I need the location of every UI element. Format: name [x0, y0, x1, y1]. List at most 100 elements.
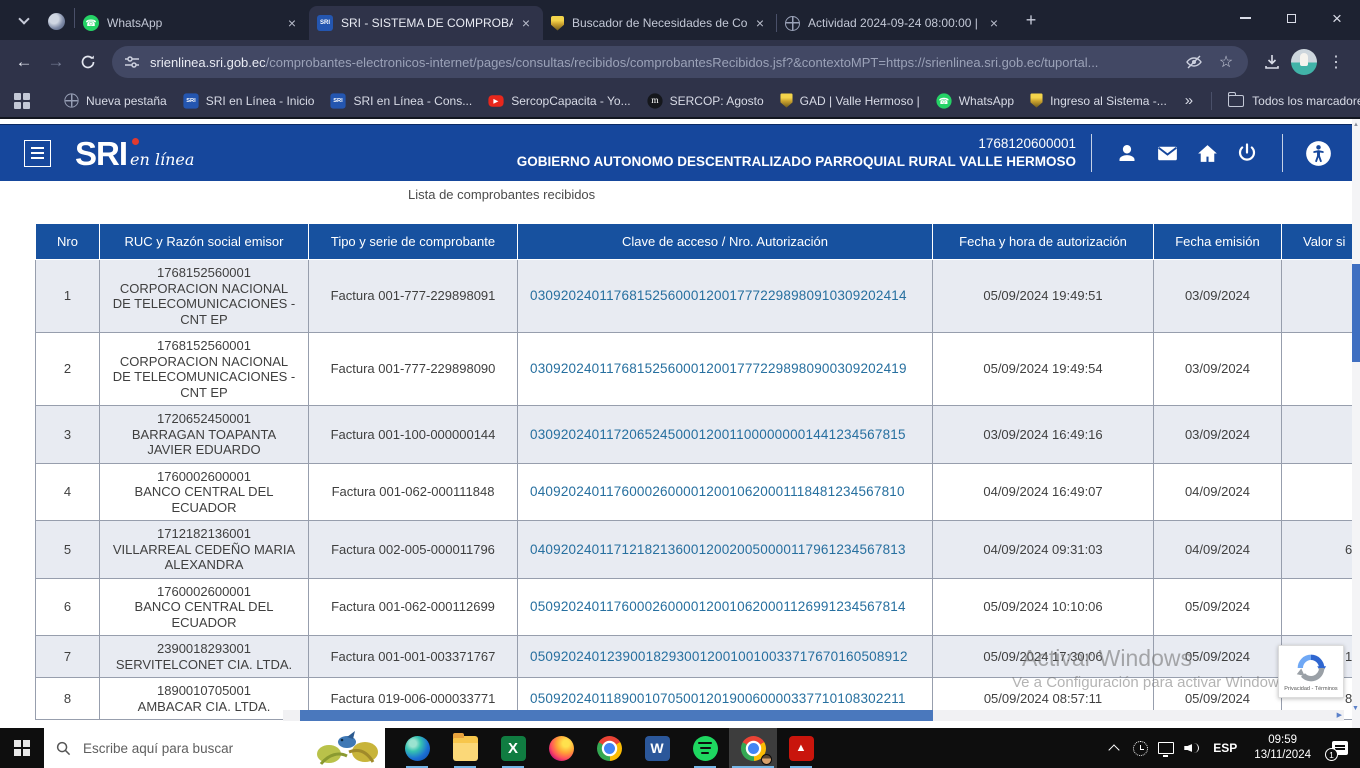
taskbar-app-button[interactable] — [585, 728, 633, 768]
browser-tab[interactable]: SRI - SISTEMA DE COMPROBAN × — [309, 6, 543, 40]
scroll-up-arrow[interactable]: ▲ — [1353, 122, 1359, 128]
site-settings-icon[interactable] — [124, 54, 140, 70]
eye-off-icon[interactable] — [1184, 52, 1204, 72]
forward-button[interactable]: → — [40, 46, 72, 78]
browser-menu-button[interactable]: ⋮ — [1320, 46, 1352, 78]
bookmark-label: SercopCapacita - Yo... — [511, 94, 630, 108]
cell-clave-link[interactable]: 0509202401239001829300120010010033717670… — [518, 636, 933, 678]
search-icon — [56, 741, 71, 756]
app-icon — [597, 736, 622, 761]
tab-search-button[interactable] — [10, 6, 38, 34]
bookmark-favicon — [331, 93, 346, 108]
cell-clave-link[interactable]: 0309202401176815256000120017772298980900… — [518, 333, 933, 406]
bookmark-item[interactable]: SRI en Línea - Inicio — [175, 90, 323, 112]
taskbar-app-button[interactable] — [681, 728, 729, 768]
tab-close-icon[interactable]: × — [985, 14, 1003, 32]
bookmark-item[interactable]: Ingreso al Sistema -... — [1022, 90, 1175, 111]
start-button[interactable] — [0, 728, 44, 768]
bookmark-item[interactable]: SERCOP: Agosto — [639, 90, 772, 112]
reload-button[interactable] — [72, 46, 104, 78]
scroll-right-arrow[interactable]: ▶ — [1337, 711, 1342, 719]
cell-emisor: 1720652450001 BARRAGAN TOAPANTA JAVIER E… — [100, 406, 309, 464]
taskbar-app-button[interactable] — [537, 728, 585, 768]
tray-network[interactable] — [1153, 728, 1179, 768]
browser-window: WhatsApp × SRI - SISTEMA DE COMPROBAN × … — [0, 0, 1360, 768]
user-button[interactable] — [1112, 138, 1142, 168]
menu-hamburger-button[interactable] — [24, 140, 51, 167]
bookmark-item[interactable]: GAD | Valle Hermoso | — [772, 90, 928, 111]
window-controls: × — [1222, 0, 1360, 36]
taskbar-app-button[interactable] — [441, 728, 489, 768]
logout-button[interactable] — [1232, 138, 1262, 168]
minimize-button[interactable] — [1222, 0, 1268, 36]
bookmark-item[interactable]: Nueva pestaña — [56, 90, 175, 111]
cell-valor — [1282, 463, 1360, 521]
cell-clave-link[interactable]: 0509202401176000260000120010620001126991… — [518, 578, 933, 636]
back-button[interactable]: ← — [8, 46, 40, 78]
profile-avatar[interactable] — [1288, 46, 1320, 78]
bookmark-item[interactable]: SRI en Línea - Cons... — [322, 90, 480, 112]
table-row: 3 1720652450001 BARRAGAN TOAPANTA JAVIER… — [36, 406, 1360, 464]
downloads-button[interactable] — [1256, 46, 1288, 78]
browser-tab[interactable]: WhatsApp × — [75, 6, 309, 40]
new-tab-button[interactable]: + — [1017, 6, 1045, 34]
mail-button[interactable] — [1152, 138, 1182, 168]
horizontal-scrollbar[interactable]: ▶ — [283, 710, 1344, 721]
search-input[interactable] — [81, 740, 281, 757]
app-icon — [693, 736, 718, 761]
recaptcha-terms-label[interactable]: Privacidad - Términos — [1284, 686, 1337, 692]
taskbar-app-button[interactable] — [489, 728, 537, 768]
cell-clave-link[interactable]: 0409202401171218213600120020050000117961… — [518, 521, 933, 579]
tab-close-icon[interactable]: × — [517, 14, 535, 32]
apps-grid-icon[interactable] — [14, 93, 30, 109]
taskbar-clock[interactable]: 09:59 13/11/2024 — [1245, 733, 1320, 763]
home-button[interactable] — [1192, 138, 1222, 168]
taskbar-app-button[interactable] — [729, 728, 777, 768]
browser-tab[interactable]: Buscador de Necesidades de Co × — [543, 6, 777, 40]
cell-tipo-serie: Factura 001-062-000111848 — [309, 463, 518, 521]
bookmark-item[interactable]: SercopCapacita - Yo... — [480, 91, 638, 111]
tab-close-icon[interactable]: × — [751, 14, 769, 32]
tray-time: 09:59 — [1254, 733, 1311, 748]
cell-valor: 6 — [1282, 521, 1360, 579]
restore-button[interactable] — [1268, 0, 1314, 36]
vertical-scrollbar-thumb[interactable] — [1352, 264, 1360, 362]
cell-clave-link[interactable]: 0309202401172065245000120011000000001441… — [518, 406, 933, 464]
tray-clock-app[interactable] — [1127, 728, 1153, 768]
keyboard-language[interactable]: ESP — [1205, 741, 1245, 755]
accessibility-button[interactable] — [1303, 138, 1333, 168]
horizontal-scrollbar-thumb[interactable] — [300, 710, 933, 721]
bookmark-item[interactable]: WhatsApp — [928, 90, 1022, 112]
bookmark-star-icon[interactable]: ☆ — [1216, 52, 1236, 72]
taskbar-app-button[interactable] — [393, 728, 441, 768]
sri-header: SRI en línea 1768120600001 GOBIERNO AUTO… — [0, 124, 1352, 181]
tab-close-icon[interactable]: × — [283, 14, 301, 32]
url-text[interactable]: srienlinea.sri.gob.ec/comprobantes-elect… — [150, 55, 1172, 70]
notification-center-button[interactable]: 1 — [1320, 728, 1360, 768]
system-tray: ESP 09:59 13/11/2024 1 — [1101, 728, 1360, 768]
cell-clave-link[interactable]: 0409202401176000260000120010620001118481… — [518, 463, 933, 521]
cell-valor — [1282, 260, 1360, 333]
recaptcha-badge[interactable]: Privacidad - Términos — [1278, 645, 1344, 698]
close-button[interactable]: × — [1314, 0, 1360, 36]
sri-logo[interactable]: SRI en línea — [75, 137, 194, 170]
bookmark-label: WhatsApp — [959, 94, 1014, 108]
tray-volume[interactable] — [1179, 728, 1205, 768]
taskbar-search[interactable] — [44, 728, 385, 768]
all-bookmarks-button[interactable]: Todos los marcadores — [1220, 91, 1360, 111]
cell-tipo-serie: Factura 001-777-229898091 — [309, 260, 518, 333]
bookmarks-overflow-chevron[interactable]: » — [1175, 92, 1203, 109]
tray-expand-button[interactable] — [1101, 728, 1127, 768]
cell-clave-link[interactable]: 0309202401176815256000120017772298980910… — [518, 260, 933, 333]
scroll-down-arrow[interactable]: ▼ — [1352, 705, 1359, 712]
app-icon — [405, 736, 430, 761]
activate-windows-watermark: Activar Windows — [1022, 645, 1192, 672]
bookmarks-right: » Todos los marcadores — [1175, 91, 1360, 111]
address-bar[interactable]: srienlinea.sri.gob.ec/comprobantes-elect… — [112, 46, 1248, 78]
browser-tab[interactable]: Actividad 2024-09-24 08:00:00 | × — [777, 6, 1011, 40]
vertical-scrollbar[interactable]: ▲ ▼ — [1352, 119, 1360, 728]
pinned-tab-favicon[interactable] — [48, 13, 65, 30]
search-highlight-image[interactable] — [311, 728, 383, 768]
taskbar-app-button[interactable] — [777, 728, 825, 768]
taskbar-app-button[interactable] — [633, 728, 681, 768]
